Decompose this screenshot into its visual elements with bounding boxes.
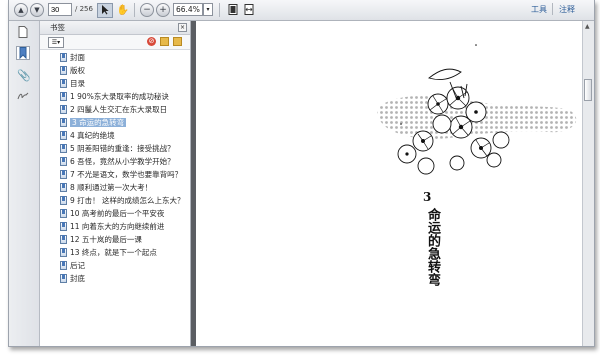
vertical-scrollbar[interactable]: ▲	[582, 21, 594, 346]
chapter-illustration	[377, 44, 577, 175]
reader-window: ▲ ▼ / 256 ✋ − + 66.4% ▾ 工具 注释	[8, 0, 595, 347]
chapter-number: 3	[423, 190, 432, 204]
scrollbar-thumb[interactable]	[584, 79, 592, 101]
chapter-title: 命运的急转弯	[425, 208, 440, 286]
scroll-up-icon[interactable]: ▲	[585, 23, 590, 30]
